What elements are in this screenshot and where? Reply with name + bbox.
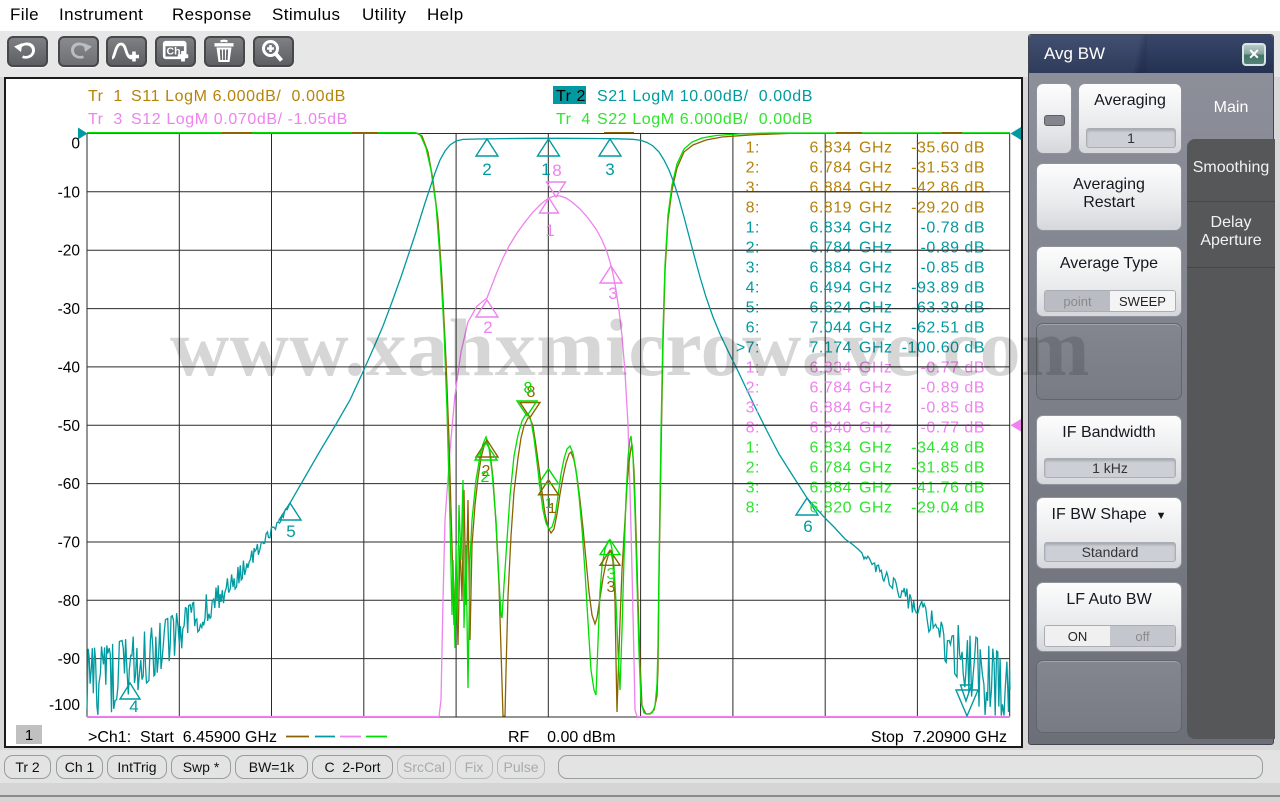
svg-text:Stop 7.20900 GHz: Stop 7.20900 GHz [871,729,1007,746]
svg-text:-29.04 dB: -29.04 dB [911,500,985,517]
svg-text:-29.20 dB: -29.20 dB [911,200,985,217]
svg-text:-0.78 dB: -0.78 dB [921,220,985,237]
svg-text:-40: -40 [58,359,81,376]
svg-text:GHz: GHz [859,140,893,157]
svg-text:2:: 2: [746,240,760,257]
svg-text:-0.85 dB: -0.85 dB [921,400,985,417]
svg-text:6.834: 6.834 [809,140,852,157]
svg-text:3:: 3: [746,400,760,417]
svg-text:1: 1 [545,221,554,240]
svg-text:6.884: 6.884 [809,480,852,497]
svg-text:-35.60 dB: -35.60 dB [911,140,985,157]
svg-text:6.884: 6.884 [809,400,852,417]
svg-text:4: 4 [129,697,138,716]
svg-text:6.784: 6.784 [809,460,852,477]
svg-text:8: 8 [552,161,561,180]
svg-text:2: 2 [481,469,490,486]
svg-text:GHz: GHz [859,460,893,477]
svg-text:Tr 1: Tr 1 [88,88,123,105]
svg-text:-31.53 dB: -31.53 dB [911,160,985,177]
svg-text:5: 5 [286,522,295,541]
svg-text:0: 0 [71,136,80,153]
svg-text:-60: -60 [58,476,81,493]
svg-text:S12 LogM 0.070dB/ -1.05dB: S12 LogM 0.070dB/ -1.05dB [131,111,348,128]
svg-text:GHz: GHz [859,500,893,517]
svg-text:-50: -50 [58,418,81,435]
svg-text:2: 2 [482,160,491,179]
svg-text:RF 0.00 dBm: RF 0.00 dBm [508,729,616,746]
svg-text:Tr 4: Tr 4 [556,111,591,128]
svg-text:S22 LogM 6.000dB/ 0.00dB: S22 LogM 6.000dB/ 0.00dB [597,111,813,128]
svg-text:GHz: GHz [859,440,893,457]
svg-text:3:: 3: [746,260,760,277]
svg-text:3: 3 [607,566,616,583]
svg-text:2:: 2: [746,460,760,477]
svg-text:-93.89 dB: -93.89 dB [911,280,985,297]
svg-text:-10: -10 [58,184,81,201]
svg-text:6: 6 [803,517,812,536]
svg-text:6.819: 6.819 [809,200,852,217]
svg-text:GHz: GHz [859,200,893,217]
svg-text:6.820: 6.820 [809,500,852,517]
svg-text:6.884: 6.884 [809,260,852,277]
svg-text:-20: -20 [58,243,81,260]
svg-text:GHz: GHz [859,280,893,297]
svg-text:GHz: GHz [859,220,893,237]
svg-text:-0.85 dB: -0.85 dB [921,260,985,277]
svg-text:3: 3 [605,160,614,179]
svg-text:8:: 8: [746,500,760,517]
svg-text:3:: 3: [746,180,760,197]
svg-text:3:: 3: [746,480,760,497]
svg-text:GHz: GHz [859,260,893,277]
svg-text:-42.86 dB: -42.86 dB [911,180,985,197]
svg-text:-90: -90 [58,651,81,668]
svg-text:S21 LogM 10.00dB/ 0.00dB: S21 LogM 10.00dB/ 0.00dB [597,88,813,105]
svg-text:6.834: 6.834 [809,440,852,457]
svg-text:6.834: 6.834 [809,220,852,237]
svg-text:1: 1 [541,160,550,179]
svg-text:6.784: 6.784 [809,240,852,257]
svg-text:GHz: GHz [859,240,893,257]
svg-text:1:: 1: [746,140,760,157]
svg-text:1:: 1: [746,440,760,457]
svg-text:6.840: 6.840 [809,420,852,437]
svg-text:1:: 1: [746,220,760,237]
svg-text:8:: 8: [746,420,760,437]
svg-text:GHz: GHz [859,160,893,177]
svg-text:2:: 2: [746,160,760,177]
svg-text:1: 1 [25,727,33,744]
svg-text:GHz: GHz [859,480,893,497]
svg-text:6.784: 6.784 [809,160,852,177]
svg-text:Tr 3: Tr 3 [88,111,123,128]
svg-text:4:: 4: [746,280,760,297]
svg-text:GHz: GHz [859,180,893,197]
svg-text:GHz: GHz [859,420,893,437]
svg-text:S11 LogM 6.000dB/ 0.00dB: S11 LogM 6.000dB/ 0.00dB [131,88,346,105]
svg-text:6.494: 6.494 [809,280,852,297]
svg-text:Tr 2: Tr 2 [556,88,586,105]
svg-text:1: 1 [545,495,553,512]
svg-text:-0.89 dB: -0.89 dB [921,240,985,257]
svg-text:6.884: 6.884 [809,180,852,197]
svg-text:8:: 8: [746,200,760,217]
svg-text:GHz: GHz [859,400,893,417]
svg-text:-31.85 dB: -31.85 dB [911,460,985,477]
svg-text:-80: -80 [58,593,81,610]
svg-text:-41.76 dB: -41.76 dB [911,480,985,497]
svg-text:-100: -100 [49,697,80,714]
svg-text:-30: -30 [58,301,81,318]
svg-text:-70: -70 [58,534,81,551]
svg-text:-0.77 dB: -0.77 dB [921,420,985,437]
svg-text:-34.48 dB: -34.48 dB [911,440,985,457]
svg-text:>Ch1: Start 6.45900 GHz: >Ch1: Start 6.45900 GHz [88,729,277,746]
